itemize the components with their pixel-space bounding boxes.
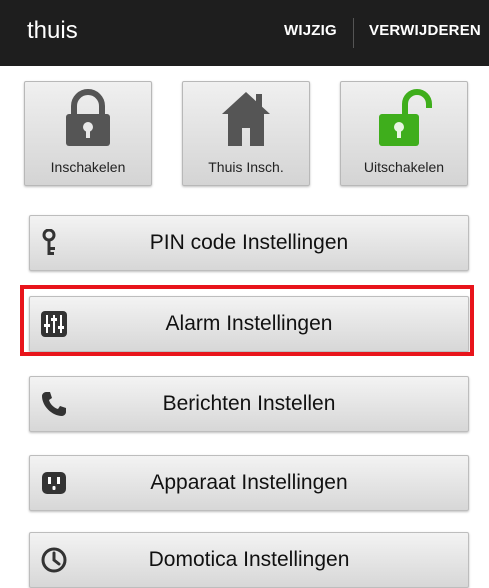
- device-settings-button[interactable]: Apparaat Instellingen: [29, 455, 469, 511]
- action-divider: [353, 18, 354, 48]
- messages-settings-button[interactable]: Berichten Instellen: [29, 376, 469, 432]
- device-settings-label: Apparaat Instellingen: [150, 471, 348, 494]
- home-arm-label: Thuis Insch.: [208, 159, 284, 175]
- home-arm-button[interactable]: Thuis Insch.: [182, 81, 310, 186]
- arm-label: Inschakelen: [50, 159, 126, 175]
- disarm-button[interactable]: Uitschakelen: [340, 81, 468, 186]
- home-automation-settings-button[interactable]: Domotica Instellingen: [29, 532, 469, 588]
- delete-button[interactable]: VERWIJDEREN: [369, 22, 481, 39]
- edit-button[interactable]: WIJZIG: [284, 22, 337, 39]
- pin-settings-label: PIN code Instellingen: [149, 231, 349, 254]
- page-title: thuis: [27, 17, 78, 44]
- arm-button[interactable]: Inschakelen: [24, 81, 152, 186]
- disarm-label: Uitschakelen: [363, 159, 445, 175]
- messages-settings-label: Berichten Instellen: [162, 392, 336, 415]
- pin-settings-button[interactable]: PIN code Instellingen: [29, 215, 469, 271]
- home-icon: [218, 88, 274, 153]
- alarm-settings-label: Alarm Instellingen: [165, 312, 333, 335]
- lock-open-icon: [373, 88, 435, 153]
- lock-closed-icon: [60, 88, 116, 153]
- app-bar: thuis WIJZIG VERWIJDEREN: [0, 0, 489, 66]
- alarm-settings-button[interactable]: Alarm Instellingen: [29, 296, 469, 352]
- home-automation-settings-label: Domotica Instellingen: [148, 548, 350, 571]
